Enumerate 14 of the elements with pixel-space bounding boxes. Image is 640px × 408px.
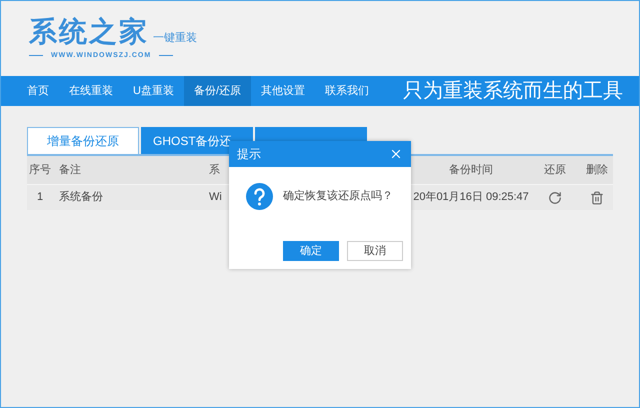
table-cell-text: 20年01月16日 09:25:47 xyxy=(413,190,529,206)
table-cell-text: 系统备份 xyxy=(59,190,103,206)
column-header: 备份时间 xyxy=(449,162,493,178)
column-header: 系 xyxy=(209,162,221,178)
logo-subtitle: 一键重装 xyxy=(153,33,197,44)
column-header: 序号 xyxy=(29,162,52,178)
column-header: 还原 xyxy=(544,162,566,178)
table-cell-text: 1 xyxy=(36,190,44,206)
table-cell-text: Wi xyxy=(209,190,222,206)
column-header: 删除 xyxy=(586,162,608,178)
column-header: 备注 xyxy=(59,162,82,178)
dialog-message: 确定恢复该还原点吗？ xyxy=(283,188,393,204)
logo-title: 系统之家 xyxy=(29,18,149,46)
slogan: 只为重装系统而生的工具 xyxy=(403,81,623,101)
